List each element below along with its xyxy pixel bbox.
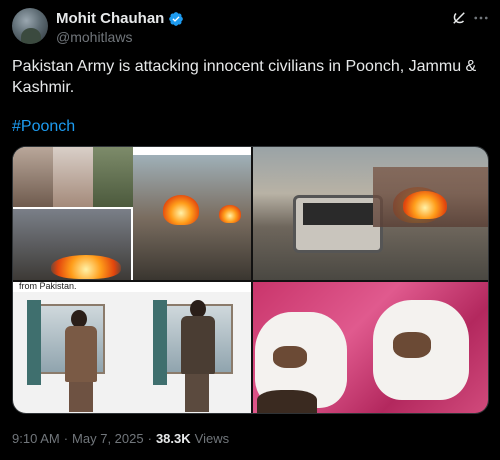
views-label: Views [194, 431, 230, 446]
media-photo-1[interactable] [13, 147, 251, 280]
person-body [181, 316, 215, 374]
author-handle[interactable]: @mohitlaws [56, 29, 132, 45]
media-caption: from Pakistan. [13, 282, 251, 292]
face-shape [273, 346, 307, 368]
post-text: Pakistan Army is attacking innocent civi… [12, 58, 477, 96]
fire-shape [403, 191, 447, 219]
collage-piece [13, 147, 53, 207]
fire-shape [219, 205, 241, 223]
media-photo-4[interactable] [253, 282, 488, 413]
curtain-shape [153, 300, 167, 385]
hand-shape [257, 390, 317, 413]
curtain-shape [27, 300, 41, 385]
media-photo-2[interactable] [253, 147, 488, 280]
post-date[interactable]: May 7, 2025 [72, 431, 144, 446]
media-grid: from Pakistan. [12, 146, 489, 414]
face-shape [393, 332, 431, 358]
hashtag-link[interactable]: #Poonch [12, 118, 75, 136]
person-legs [185, 374, 209, 412]
vehicle-window [303, 203, 373, 225]
meta-separator: · [147, 431, 152, 446]
person-body [65, 326, 97, 382]
grok-icon[interactable] [450, 9, 468, 27]
post-time[interactable]: 9:10 AM [12, 431, 60, 446]
author-display-name[interactable]: Mohit Chauhan [56, 10, 164, 27]
author-name-row: Mohit Chauhan [56, 10, 184, 27]
collage-piece [93, 147, 133, 207]
media-photo-3[interactable]: from Pakistan. [13, 282, 251, 413]
person-legs [69, 382, 93, 412]
author-avatar[interactable] [12, 8, 48, 44]
fire-shape [51, 255, 121, 279]
post-meta: 9:10 AM · May 7, 2025 · 38.3K Views [12, 431, 229, 446]
fire-shape [163, 195, 199, 225]
meta-separator: · [63, 431, 69, 446]
views-count: 38.3K [155, 431, 191, 446]
more-icon[interactable] [472, 9, 490, 27]
collage-piece [53, 147, 93, 207]
verified-badge-icon [169, 11, 184, 26]
